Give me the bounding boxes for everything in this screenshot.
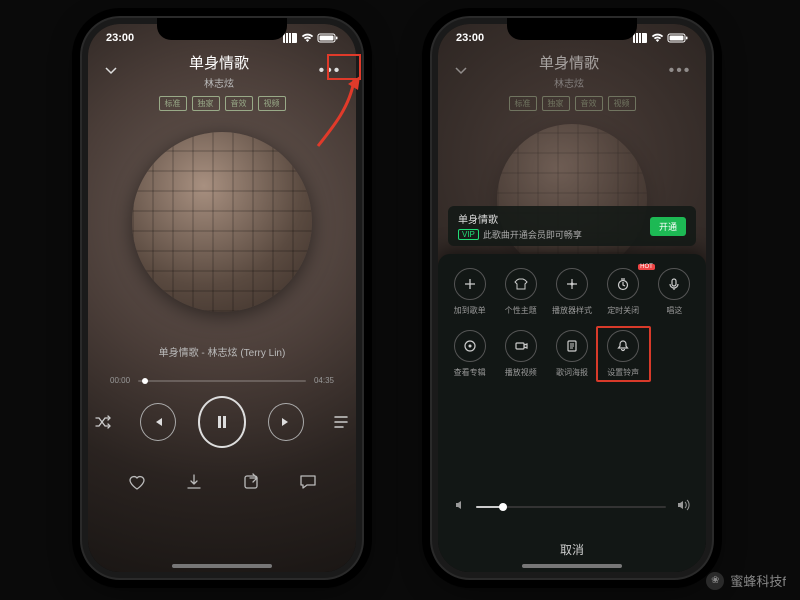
sheet-play-video[interactable]: 播放视频 bbox=[495, 330, 546, 378]
tag-effect: 音效 bbox=[575, 96, 603, 111]
play-pause-button[interactable] bbox=[198, 396, 247, 448]
plus-icon bbox=[454, 268, 486, 300]
download-button[interactable] bbox=[180, 468, 208, 496]
time-current: 00:00 bbox=[110, 376, 130, 385]
vip-message: 此歌曲开通会员即可畅享 bbox=[483, 228, 642, 241]
shirt-icon bbox=[505, 268, 537, 300]
battery-icon bbox=[318, 33, 338, 43]
cancel-button[interactable]: 取消 bbox=[438, 541, 706, 558]
sliders-icon bbox=[556, 268, 588, 300]
vip-badge: VIP bbox=[458, 229, 479, 240]
signal-icon bbox=[283, 33, 297, 43]
shuffle-button[interactable] bbox=[88, 406, 118, 438]
sheet-grid: 加到歌单 个性主题 播放器样式 HOT 定时关闭 bbox=[438, 268, 706, 378]
progress-bar[interactable] bbox=[138, 380, 306, 382]
disc-icon bbox=[454, 330, 486, 362]
watermark: ❀ 蜜蜂科技f bbox=[706, 571, 786, 590]
volume-slider[interactable] bbox=[476, 506, 666, 508]
phone-left: 23:00 单身情歌 林志炫 ••• 标准 独家 bbox=[82, 18, 362, 578]
home-indicator[interactable] bbox=[172, 564, 272, 568]
stage: 23:00 单身情歌 林志炫 ••• 标准 独家 bbox=[0, 0, 800, 600]
playlist-button[interactable] bbox=[326, 406, 356, 438]
sheet-sing[interactable]: 唱这 bbox=[649, 268, 700, 316]
player-header: 单身情歌 林志炫 ••• bbox=[438, 52, 706, 90]
phone-right: 23:00 单身情歌 林志炫 ••• 标准 独家 bbox=[432, 18, 712, 578]
song-title: 单身情歌 bbox=[120, 52, 318, 73]
status-time: 23:00 bbox=[106, 32, 134, 44]
hot-badge: HOT bbox=[638, 264, 655, 270]
share-button[interactable] bbox=[237, 468, 265, 496]
volume-high-icon bbox=[676, 498, 690, 516]
timer-icon bbox=[607, 268, 639, 300]
home-indicator[interactable] bbox=[522, 564, 622, 568]
sheet-sleep-timer[interactable]: HOT 定时关闭 bbox=[598, 268, 649, 316]
vip-banner[interactable]: 单身情歌 VIP 此歌曲开通会员即可畅享 开通 bbox=[448, 206, 696, 246]
wechat-icon: ❀ bbox=[706, 572, 724, 590]
screen-right: 23:00 单身情歌 林志炫 ••• 标准 独家 bbox=[438, 24, 706, 572]
prev-button[interactable] bbox=[140, 403, 176, 441]
poster-icon bbox=[556, 330, 588, 362]
status-icons bbox=[283, 33, 338, 43]
tag-exclusive[interactable]: 独家 bbox=[192, 96, 220, 111]
status-icons bbox=[633, 33, 688, 43]
mic-icon bbox=[658, 268, 690, 300]
next-button[interactable] bbox=[268, 403, 304, 441]
tag-row: 标准 独家 音效 视频 bbox=[438, 96, 706, 111]
collapse-button[interactable] bbox=[452, 62, 470, 80]
title-block: 单身情歌 林志炫 bbox=[120, 52, 318, 90]
wifi-icon bbox=[301, 33, 314, 43]
sheet-set-ringtone[interactable]: 设置铃声 bbox=[598, 330, 649, 378]
sheet-view-album[interactable]: 查看专辑 bbox=[444, 330, 495, 378]
time-total: 04:35 bbox=[314, 376, 334, 385]
sheet-lyric-poster[interactable]: 歌词海报 bbox=[546, 330, 597, 378]
notch bbox=[507, 18, 637, 40]
action-row bbox=[88, 468, 356, 496]
watermark-text: 蜜蜂科技f bbox=[730, 571, 786, 590]
sheet-add-playlist[interactable]: 加到歌单 bbox=[444, 268, 495, 316]
tag-row: 标准 独家 音效 视频 bbox=[88, 96, 356, 111]
collapse-button[interactable] bbox=[102, 62, 120, 80]
volume-low-icon bbox=[454, 498, 466, 516]
battery-icon bbox=[668, 33, 688, 43]
song-artist: 林志炫 bbox=[470, 75, 668, 90]
vip-song-title: 单身情歌 bbox=[458, 211, 642, 226]
wifi-icon bbox=[651, 33, 664, 43]
like-button[interactable] bbox=[123, 468, 151, 496]
song-artist[interactable]: 林志炫 bbox=[120, 75, 318, 90]
screen-left: 23:00 单身情歌 林志炫 ••• 标准 独家 bbox=[88, 24, 356, 572]
tag-quality: 标准 bbox=[509, 96, 537, 111]
more-button[interactable]: ••• bbox=[668, 59, 692, 83]
signal-icon bbox=[633, 33, 647, 43]
album-art[interactable] bbox=[132, 132, 312, 312]
now-playing-line: 单身情歌 - 林志炫 (Terry Lin) bbox=[88, 344, 356, 359]
progress-row: 00:00 04:35 bbox=[110, 376, 334, 385]
tag-video[interactable]: 视频 bbox=[258, 96, 286, 111]
status-time: 23:00 bbox=[456, 32, 484, 44]
notch bbox=[157, 18, 287, 40]
tag-exclusive: 独家 bbox=[542, 96, 570, 111]
comment-button[interactable] bbox=[294, 468, 322, 496]
vip-open-button[interactable]: 开通 bbox=[650, 217, 686, 236]
tag-effect[interactable]: 音效 bbox=[225, 96, 253, 111]
sheet-theme[interactable]: 个性主题 bbox=[495, 268, 546, 316]
annotation-box-more bbox=[327, 54, 361, 80]
title-block: 单身情歌 林志炫 bbox=[470, 52, 668, 90]
tag-video: 视频 bbox=[608, 96, 636, 111]
action-sheet: 单身情歌 VIP 此歌曲开通会员即可畅享 开通 加到歌单 bbox=[438, 254, 706, 572]
sheet-player-style[interactable]: 播放器样式 bbox=[546, 268, 597, 316]
bell-icon bbox=[607, 330, 639, 362]
playback-controls bbox=[88, 396, 356, 448]
video-icon bbox=[505, 330, 537, 362]
volume-row bbox=[454, 498, 690, 516]
song-title: 单身情歌 bbox=[470, 52, 668, 73]
tag-quality[interactable]: 标准 bbox=[159, 96, 187, 111]
album-art-dim bbox=[497, 124, 647, 274]
player-header: 单身情歌 林志炫 ••• bbox=[88, 52, 356, 90]
